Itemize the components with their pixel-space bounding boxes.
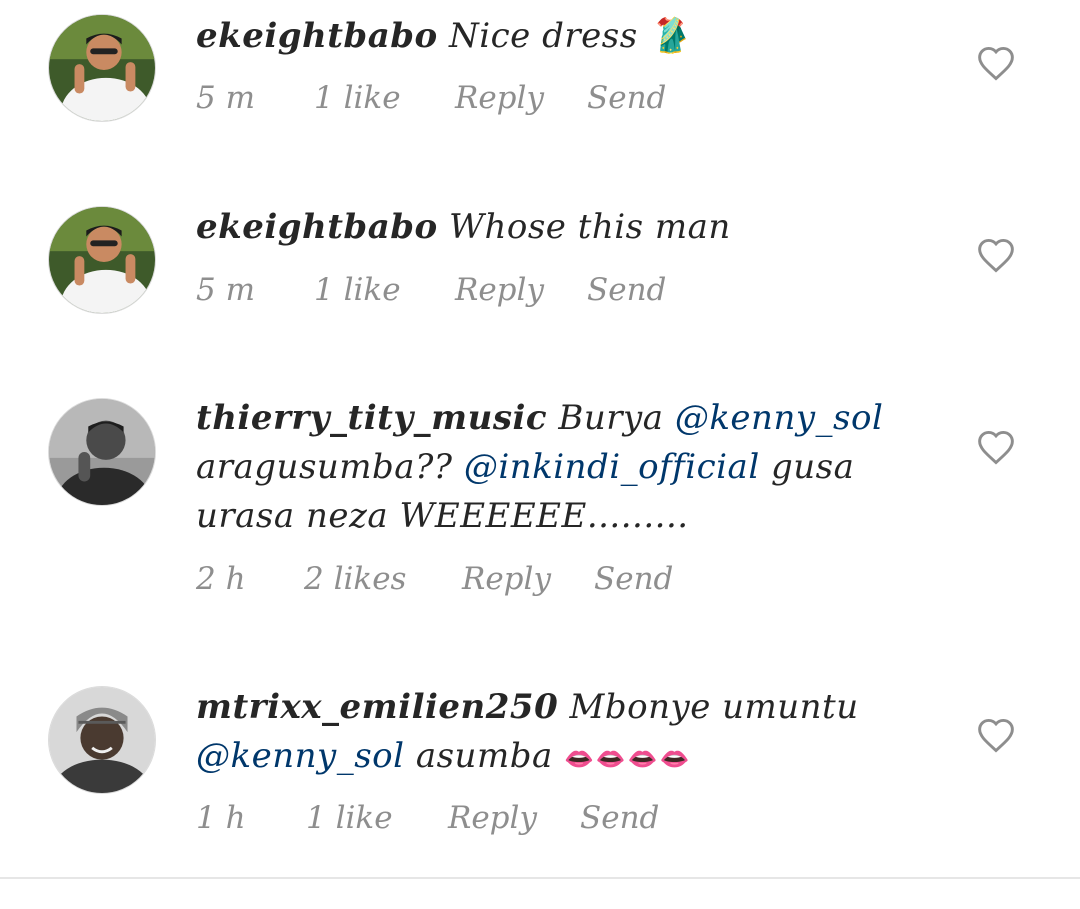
avatar[interactable] bbox=[48, 686, 156, 794]
avatar[interactable] bbox=[48, 398, 156, 506]
comment-time: 2 h bbox=[196, 561, 246, 597]
comment-time: 1 h bbox=[196, 800, 246, 836]
avatar[interactable] bbox=[48, 206, 156, 314]
reply-button[interactable]: Reply bbox=[455, 80, 544, 116]
comment-body: Whose this man bbox=[449, 207, 731, 247]
heart-outline-icon[interactable] bbox=[976, 45, 1016, 81]
comment-text: thierry_tity_music Burya @kenny_sol arag… bbox=[196, 394, 896, 541]
comment-time: 5 m bbox=[196, 272, 255, 308]
send-button[interactable]: Send bbox=[580, 800, 659, 836]
comment-username[interactable]: mtrixx_emilien250 bbox=[196, 687, 558, 727]
comment-likes[interactable]: 2 likes bbox=[304, 561, 406, 597]
comment-text: ekeightbabo Whose this man bbox=[196, 203, 896, 252]
reply-button[interactable]: Reply bbox=[455, 272, 544, 308]
send-button[interactable]: Send bbox=[587, 272, 666, 308]
mention-link[interactable]: @kenny_sol bbox=[196, 736, 405, 776]
avatar[interactable] bbox=[48, 14, 156, 122]
comment-likes[interactable]: 1 like bbox=[314, 80, 401, 116]
comment-time: 5 m bbox=[196, 80, 255, 116]
comment-likes[interactable]: 1 like bbox=[306, 800, 393, 836]
comment-text: mtrixx_emilien250 Mbonye umuntu @kenny_s… bbox=[196, 683, 896, 784]
saree-emoji: 🥻 bbox=[648, 16, 692, 56]
comment-body: Burya bbox=[558, 398, 675, 438]
comment-text: ekeightbabo Nice dress 🥻 bbox=[196, 12, 896, 61]
heart-outline-icon[interactable] bbox=[976, 429, 1016, 465]
divider bbox=[0, 877, 1080, 879]
comment-likes[interactable]: 1 like bbox=[314, 272, 401, 308]
mention-link[interactable]: @inkindi_official bbox=[464, 447, 760, 487]
heart-outline-icon[interactable] bbox=[976, 717, 1016, 753]
send-button[interactable]: Send bbox=[587, 80, 666, 116]
avatar-photo bbox=[49, 687, 155, 793]
heart-outline-icon[interactable] bbox=[976, 237, 1016, 273]
comment-body: Nice dress bbox=[449, 16, 649, 56]
comment-username[interactable]: ekeightbabo bbox=[196, 207, 438, 247]
send-button[interactable]: Send bbox=[594, 561, 673, 597]
reply-button[interactable]: Reply bbox=[448, 800, 537, 836]
avatar-photo bbox=[49, 207, 155, 313]
avatar-photo bbox=[49, 15, 155, 121]
comment-username[interactable]: thierry_tity_music bbox=[196, 398, 547, 438]
reply-button[interactable]: Reply bbox=[462, 561, 551, 597]
lips-emoji: 👄👄👄👄 bbox=[564, 745, 692, 773]
comment-body: asumba bbox=[404, 736, 565, 776]
comment-body: aragusumba?? bbox=[196, 447, 464, 487]
comment-body: Mbonye umuntu bbox=[569, 687, 859, 727]
comment-username[interactable]: ekeightbabo bbox=[196, 16, 438, 56]
mention-link[interactable]: @kenny_sol bbox=[675, 398, 884, 438]
avatar-photo bbox=[49, 399, 155, 505]
